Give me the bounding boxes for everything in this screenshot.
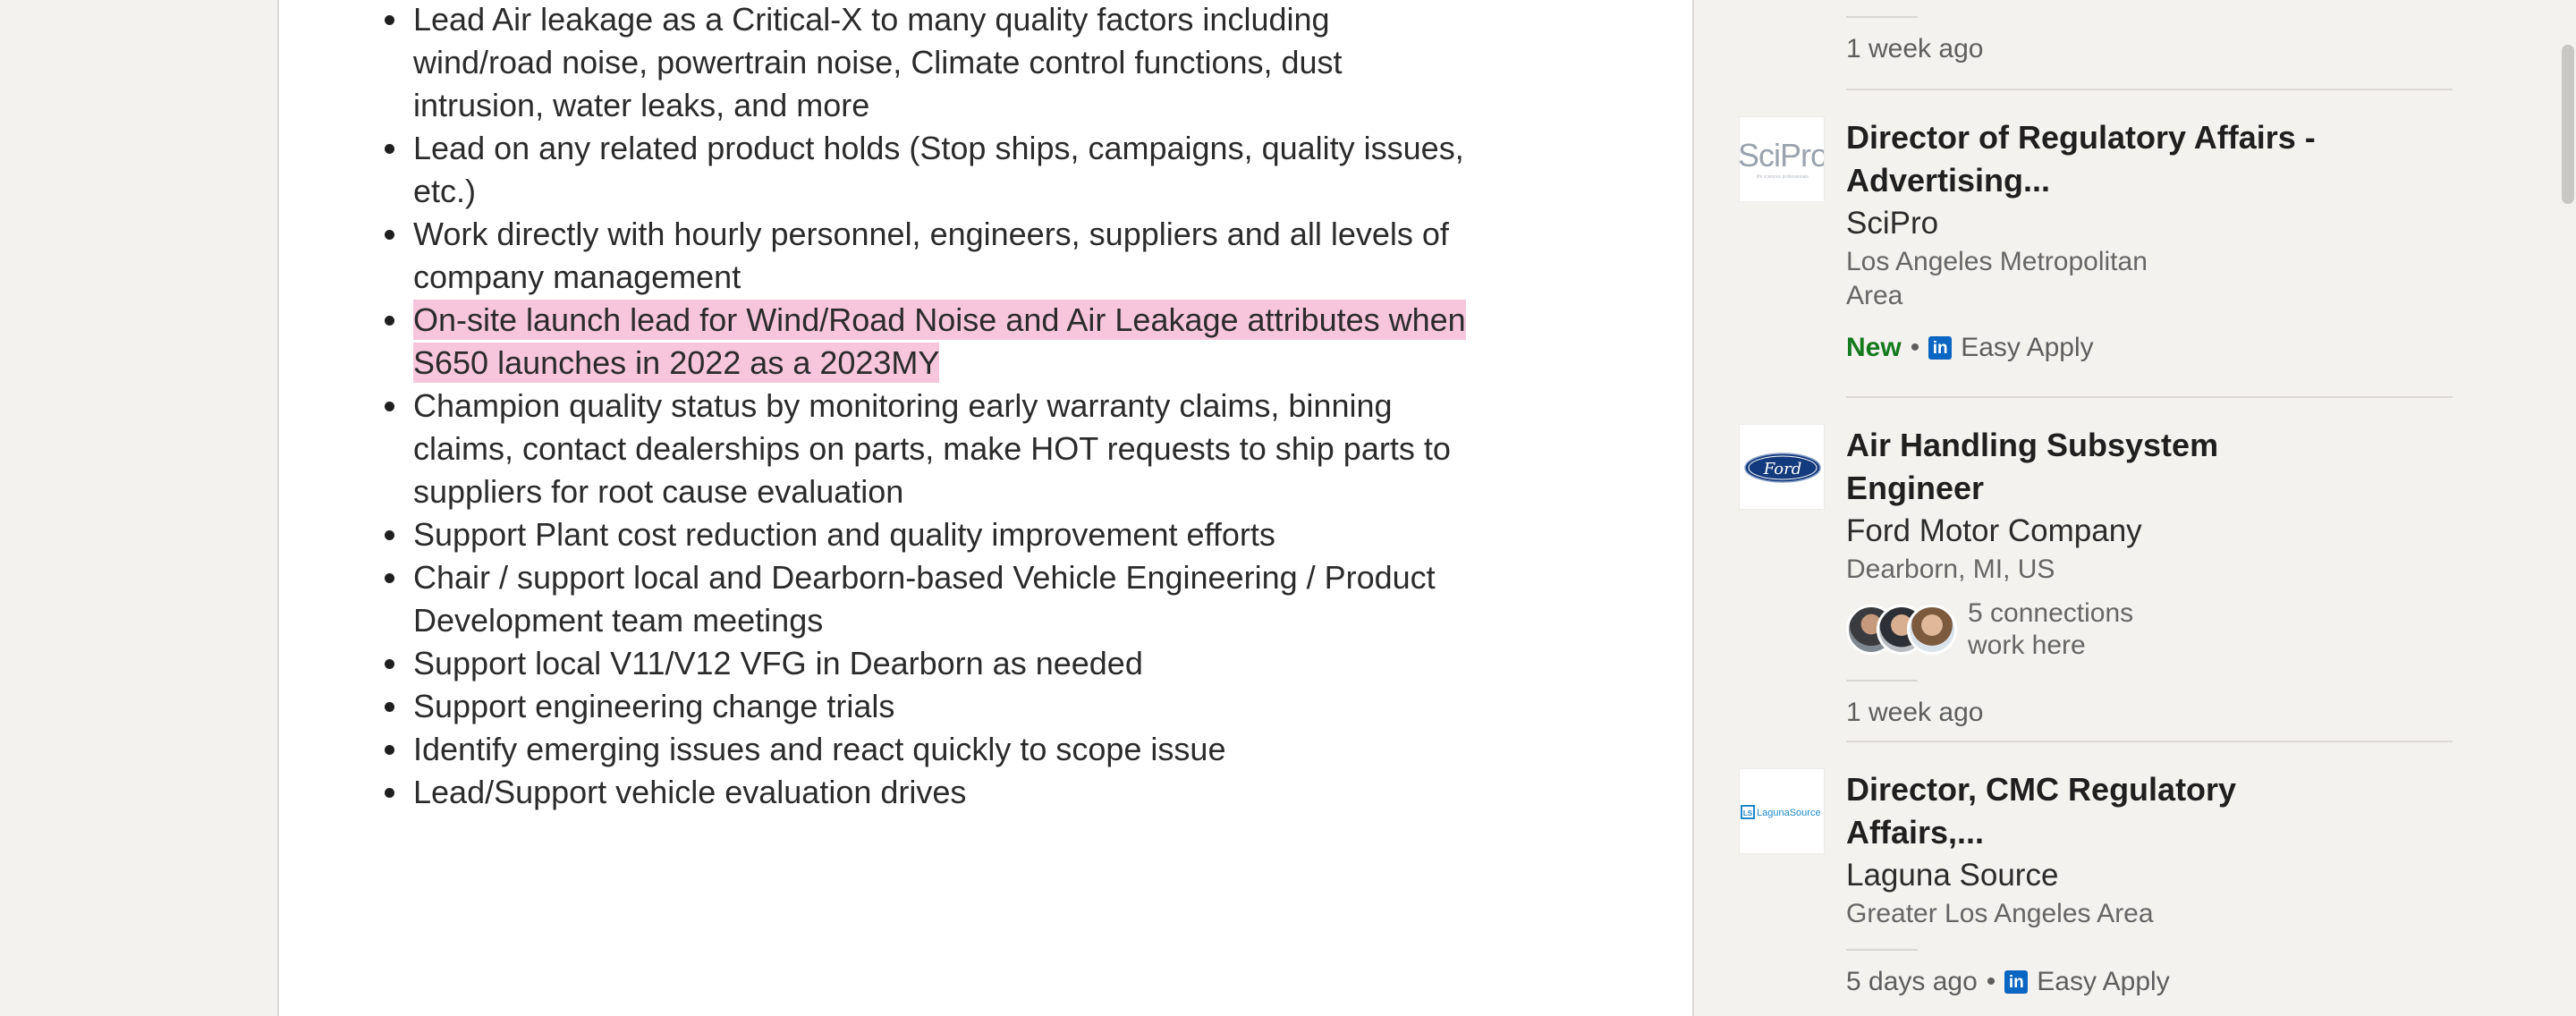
job-meta: 5 days ago • in Easy Apply xyxy=(1846,965,2347,999)
list-item: Support Plant cost reduction and quality… xyxy=(385,513,1469,556)
job-description-card: Lead Air leakage as a Critical-X to many… xyxy=(277,0,1694,1016)
list-item: Lead/Support vehicle evaluation drives xyxy=(385,771,1469,814)
separator xyxy=(1846,741,2453,742)
list-item-text: Support engineering change trials xyxy=(413,688,895,724)
list-item-text: Lead Air leakage as a Critical-X to many… xyxy=(413,1,1343,123)
list-item: Support local V11/V12 VFG in Dearborn as… xyxy=(385,642,1469,685)
divider xyxy=(1846,680,1918,682)
svg-text:Ford: Ford xyxy=(1763,460,1801,478)
svg-text:SciPro: SciPro xyxy=(1740,137,1825,174)
scipro-logo-icon[interactable]: SciPro life sciences professionals xyxy=(1739,116,1825,202)
job-info: Air Handling Subsystem Engineer Ford Mot… xyxy=(1846,424,2347,730)
list-item-text: Work directly with hourly personnel, eng… xyxy=(413,216,1449,295)
divider xyxy=(1846,16,1918,18)
job-info: Director of Regulatory Affairs - Adverti… xyxy=(1846,116,2347,365)
list-item: Chair / support local and Dearborn-based… xyxy=(385,556,1469,642)
easy-apply-label: Easy Apply xyxy=(2037,967,2170,996)
list-item-text: Identify emerging issues and react quick… xyxy=(413,731,1226,767)
posted-time: 5 days ago xyxy=(1846,967,1978,996)
job-info: Director, CMC Regulatory Affairs,... Lag… xyxy=(1846,768,2347,999)
job-location: Greater Los Angeles Area xyxy=(1846,899,2154,928)
separator-dot: • xyxy=(1986,967,1996,996)
ford-logo-icon[interactable]: Ford xyxy=(1739,424,1825,510)
new-badge: New xyxy=(1846,333,1902,362)
svg-text:life sciences professionals: life sciences professionals xyxy=(1757,174,1809,180)
connections-row[interactable]: 5 connections work here xyxy=(1846,597,2347,662)
list-item-highlighted: On-site launch lead for Wind/Road Noise … xyxy=(385,299,1469,385)
job-location: Dearborn, MI, US xyxy=(1846,555,2055,584)
separator xyxy=(1846,396,2453,398)
list-item-text: Lead/Support vehicle evaluation drives xyxy=(413,774,967,810)
list-item-text: Champion quality status by monitoring ea… xyxy=(413,387,1451,510)
divider xyxy=(1846,949,1918,951)
list-item-text: Chair / support local and Dearborn-based… xyxy=(413,559,1436,639)
separator xyxy=(1846,89,2453,90)
company-name: SciPro xyxy=(1846,206,1939,241)
list-item: Lead on any related product holds (Stop … xyxy=(385,127,1469,213)
easy-apply-label: Easy Apply xyxy=(1961,333,2094,362)
connections-text: 5 connections work here xyxy=(1968,598,2134,660)
job-title-link[interactable]: Director, CMC Regulatory Affairs,... xyxy=(1846,768,2347,854)
separator-dot: • xyxy=(1910,333,1920,362)
connection-avatars xyxy=(1846,605,1959,655)
company-name: Ford Motor Company xyxy=(1846,513,2142,548)
scrollbar-thumb[interactable] xyxy=(2562,45,2574,204)
list-item-text: Support local V11/V12 VFG in Dearborn as… xyxy=(413,645,1143,682)
avatar xyxy=(1907,605,1957,655)
linkedin-icon: in xyxy=(2004,970,2029,994)
list-item: Lead Air leakage as a Critical-X to many… xyxy=(385,0,1469,127)
job-title-link[interactable]: Air Handling Subsystem Engineer xyxy=(1846,424,2347,510)
job-location: Los Angeles Metropolitan Area xyxy=(1846,247,2148,310)
list-item-text: Lead on any related product holds (Stop … xyxy=(413,130,1464,209)
recommended-jobs-column: 1 week ago SciPro life sciences professi… xyxy=(1696,0,2576,1002)
list-item: Work directly with hourly personnel, eng… xyxy=(385,213,1469,299)
list-item-text: Support Plant cost reduction and quality… xyxy=(413,516,1275,553)
list-item: Champion quality status by monitoring ea… xyxy=(385,385,1469,513)
svg-text:LagunaSource: LagunaSource xyxy=(1757,808,1821,818)
responsibilities-list: Lead Air leakage as a Critical-X to many… xyxy=(385,0,1469,814)
job-meta: New • in Easy Apply xyxy=(1846,331,2347,365)
laguna-source-logo-icon[interactable]: LS LagunaSource xyxy=(1739,768,1825,854)
job-title-link[interactable]: Director of Regulatory Affairs - Adverti… xyxy=(1846,116,2347,202)
linkedin-icon: in xyxy=(1928,336,1953,360)
svg-text:LS: LS xyxy=(1743,809,1753,817)
list-item: Identify emerging issues and react quick… xyxy=(385,728,1469,771)
highlighted-text: On-site launch lead for Wind/Road Noise … xyxy=(413,300,1466,383)
posted-time: 1 week ago xyxy=(1846,34,1984,64)
posted-time: 1 week ago xyxy=(1846,698,1984,727)
list-item: Support engineering change trials xyxy=(385,685,1469,728)
company-name: Laguna Source xyxy=(1846,858,2059,893)
